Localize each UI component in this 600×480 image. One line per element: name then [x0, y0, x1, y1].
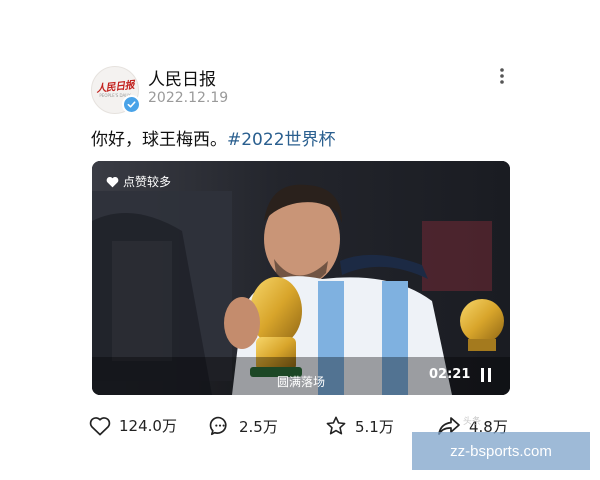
faint-watermark: 头条: [463, 417, 482, 427]
author-name[interactable]: 人民日报: [148, 65, 216, 90]
comment-count: 2.5万: [239, 417, 278, 436]
video-time: 02:21: [429, 367, 471, 382]
favorite-count: 5.1万: [355, 417, 394, 436]
hashtag-link[interactable]: #2022世界杯: [227, 130, 336, 150]
more-options-button[interactable]: [492, 65, 512, 89]
heart-icon: [106, 176, 119, 187]
comment-button[interactable]: 2.5万: [209, 415, 278, 437]
popular-badge: 点赞较多: [106, 173, 171, 190]
pause-icon: [481, 368, 491, 382]
post-page: 人民日报 PEOPLE'S DAILY 人民日报 2022.12.19 你好，球…: [0, 0, 600, 480]
like-button[interactable]: 124.0万: [89, 415, 177, 436]
post-date: 2022.12.19: [148, 90, 229, 106]
like-count: 124.0万: [119, 417, 177, 435]
comment-bubble-icon: [209, 416, 227, 436]
post-body: 你好，球王梅西。: [91, 130, 227, 150]
more-vertical-icon: [500, 68, 504, 84]
favorite-button[interactable]: 5.1万: [325, 415, 394, 437]
video-frame: [92, 161, 510, 395]
verified-check-icon: [122, 95, 141, 114]
pause-button[interactable]: [478, 366, 494, 384]
heart-outline-icon: [89, 416, 111, 435]
star-outline-icon: [326, 416, 346, 435]
post-text: 你好，球王梅西。#2022世界杯: [91, 125, 336, 150]
video-player[interactable]: 点赞较多 圆满落场 02:21: [92, 161, 510, 395]
site-watermark-badge: zz-bsports.com: [412, 432, 590, 470]
popular-badge-label: 点赞较多: [123, 175, 172, 189]
